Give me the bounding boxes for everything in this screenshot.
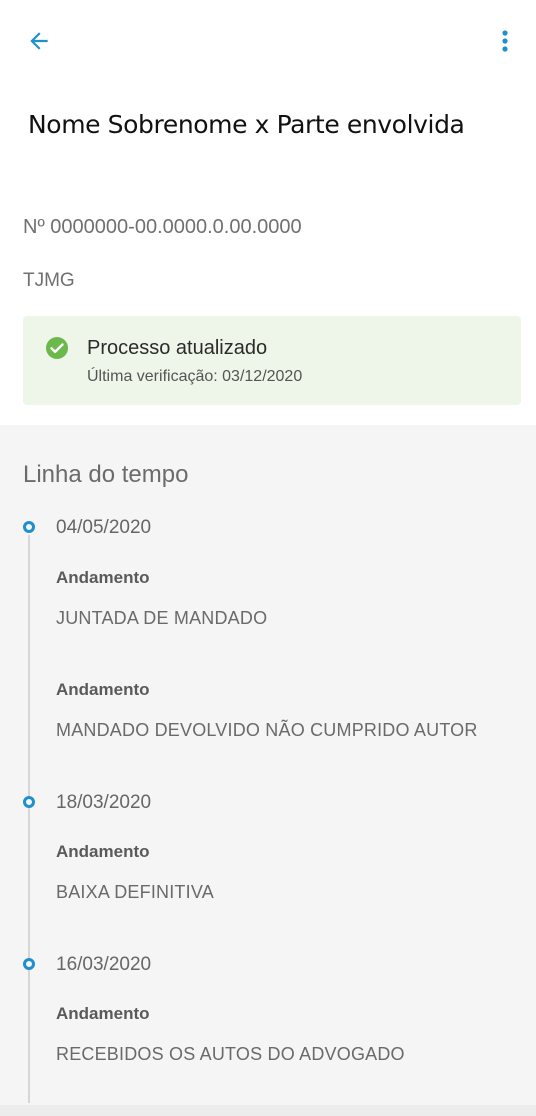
court-name: TJMG <box>23 270 75 291</box>
top-app-bar <box>0 0 536 82</box>
timeline-dot <box>23 958 35 970</box>
timeline-dot <box>23 796 35 808</box>
page-title: Nome Sobrenome x Parte envolvida <box>28 110 465 139</box>
timeline-dot <box>23 521 35 533</box>
event-text: BAIXA DEFINITIVA <box>56 882 214 902</box>
arrow-left-icon <box>30 32 48 50</box>
event-label: Andamento <box>56 1004 150 1023</box>
timeline-date: 16/03/2020 <box>56 954 152 975</box>
event-text: RECEBIDOS OS AUTOS DO ADVOGADO <box>56 1044 405 1064</box>
back-button[interactable] <box>20 23 58 59</box>
process-detail-screen: Nome Sobrenome x Parte envolvida Nº 0000… <box>0 0 536 1116</box>
timeline-section: Linha do tempo 04/05/2020 Andamento JUNT… <box>0 425 536 1105</box>
more-options-button[interactable] <box>488 23 522 59</box>
timeline-date: 18/03/2020 <box>56 792 152 813</box>
more-vertical-icon <box>502 30 508 52</box>
status-card: Processo atualizado Última verificação: … <box>23 316 521 405</box>
event-label: Andamento <box>56 568 150 587</box>
timeline-date: 04/05/2020 <box>56 517 152 538</box>
check-circle-icon <box>46 337 68 359</box>
timeline-title: Linha do tempo <box>23 461 189 488</box>
last-check-text: Última verificação: 03/12/2020 <box>87 368 303 385</box>
timeline-line <box>28 535 30 1103</box>
status-title: Processo atualizado <box>87 337 268 359</box>
bottom-edge <box>0 1105 536 1116</box>
event-text: JUNTADA DE MANDADO <box>56 608 268 628</box>
event-label: Andamento <box>56 680 150 699</box>
event-label: Andamento <box>56 842 150 861</box>
event-text: MANDADO DEVOLVIDO NÃO CUMPRIDO AUTOR <box>56 720 478 740</box>
process-number: Nº 0000000-00.0000.0.00.0000 <box>23 216 302 238</box>
